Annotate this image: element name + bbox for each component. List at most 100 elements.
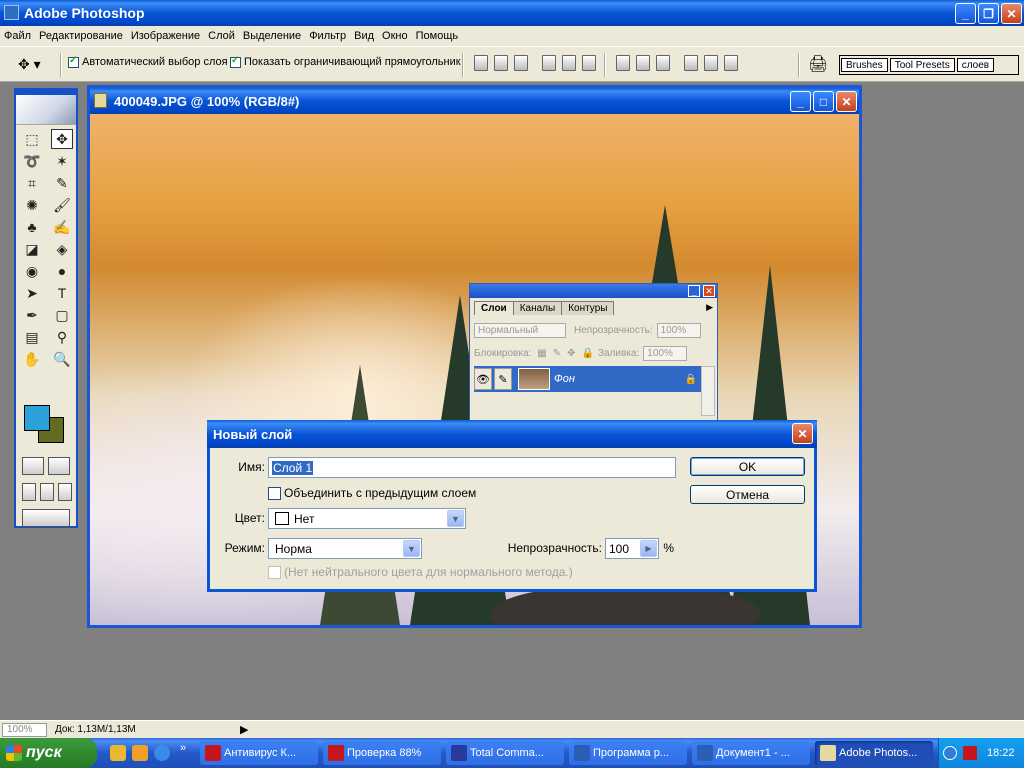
task-scan[interactable]: Проверка 88% xyxy=(323,741,441,765)
zoom-field[interactable]: 100% xyxy=(2,722,47,737)
eraser-icon[interactable]: ◪ xyxy=(21,239,43,259)
lock-all-icon[interactable]: 🔒 xyxy=(582,348,594,359)
foreground-color-swatch[interactable] xyxy=(24,405,50,431)
maximize-icon[interactable]: □ xyxy=(813,91,834,112)
tab-tool-presets[interactable]: Tool Presets xyxy=(889,58,955,72)
menu-image[interactable]: Изображение xyxy=(131,30,206,42)
clone-stamp-icon[interactable]: ♣ xyxy=(21,217,43,237)
menu-layer[interactable]: Слой xyxy=(208,30,241,42)
screen-full-icon[interactable] xyxy=(58,483,72,501)
align-right-icon[interactable] xyxy=(582,55,596,71)
align-hcenter-icon[interactable] xyxy=(562,55,576,71)
menu-window[interactable]: Окно xyxy=(382,30,414,42)
align-vcenter-icon[interactable] xyxy=(494,55,508,71)
layers-scrollbar[interactable] xyxy=(701,366,715,416)
screen-full-menu-icon[interactable] xyxy=(40,483,54,501)
align-top-icon[interactable] xyxy=(474,55,488,71)
layer-row-background[interactable]: 👁 ✎ Фон 🔒 xyxy=(474,366,701,392)
jump-to-imageready-icon[interactable] xyxy=(22,509,70,527)
checkbox-icon[interactable] xyxy=(68,55,79,68)
screen-standard-icon[interactable] xyxy=(22,483,36,501)
slice-icon[interactable]: ✎ xyxy=(51,173,73,193)
pen-icon[interactable]: ✒ xyxy=(21,305,43,325)
show-bounds-checkbox[interactable]: Показать ограничивающий прямоугольник xyxy=(230,55,461,68)
close-icon[interactable]: ✕ xyxy=(703,285,715,297)
marquee-icon[interactable]: ⬚ xyxy=(21,129,43,149)
brush-link-icon[interactable]: ✎ xyxy=(494,368,512,390)
blur-icon[interactable]: ◉ xyxy=(21,261,43,281)
lock-transparency-icon[interactable]: ▦ xyxy=(537,348,546,359)
task-total-commander[interactable]: Total Comma... xyxy=(446,741,564,765)
hand-icon[interactable]: ✋ xyxy=(21,349,43,369)
minimize-icon[interactable]: _ xyxy=(688,285,700,297)
close-icon[interactable]: ✕ xyxy=(792,423,813,444)
ok-button[interactable]: OK xyxy=(690,457,805,476)
checkbox-icon[interactable] xyxy=(268,486,281,500)
align-left-icon[interactable] xyxy=(542,55,556,71)
checkbox-icon[interactable] xyxy=(230,55,241,68)
menu-edit[interactable]: Редактирование xyxy=(39,30,129,42)
eyedropper-icon[interactable]: ⚲ xyxy=(51,327,73,347)
close-icon[interactable]: ✕ xyxy=(836,91,857,112)
tray-kaspersky-icon[interactable] xyxy=(963,746,977,760)
tab-layers-comps[interactable]: слоев xyxy=(956,58,995,72)
quicklaunch-more-icon[interactable]: » xyxy=(180,742,186,754)
tab-channels[interactable]: Каналы xyxy=(512,301,563,315)
minimize-icon[interactable]: _ xyxy=(790,91,811,112)
chevron-down-icon[interactable]: ▼ xyxy=(403,540,420,557)
history-brush-icon[interactable]: ✍ xyxy=(51,217,73,237)
lock-pixels-icon[interactable]: ✎ xyxy=(553,348,561,359)
type-icon[interactable]: T xyxy=(51,283,73,303)
layers-palette-titlebar[interactable]: _ ✕ xyxy=(470,284,717,298)
start-button[interactable]: пуск xyxy=(0,738,97,768)
lock-position-icon[interactable]: ✥ xyxy=(567,348,575,359)
menu-help[interactable]: Помощь xyxy=(416,30,465,42)
align-bottom-icon[interactable] xyxy=(514,55,528,71)
chevron-down-icon[interactable]: ▼ xyxy=(447,510,464,527)
menu-select[interactable]: Выделение xyxy=(243,30,307,42)
feather-logo[interactable] xyxy=(16,95,76,125)
task-program[interactable]: Программа р... xyxy=(569,741,687,765)
menu-file[interactable]: Файл xyxy=(4,30,37,42)
task-antivirus[interactable]: Антивирус К... xyxy=(200,741,318,765)
checkbox-icon[interactable] xyxy=(268,565,281,579)
group-checkbox[interactable]: Объединить с предыдущим слоем xyxy=(268,486,476,500)
tab-layers[interactable]: Слои xyxy=(474,301,514,315)
menu-filter[interactable]: Фильтр xyxy=(309,30,352,42)
crop-icon[interactable]: ⌗ xyxy=(21,173,43,193)
chevron-right-icon[interactable]: ▶ xyxy=(640,540,657,557)
auto-select-checkbox[interactable]: Автоматический выбор слоя xyxy=(68,55,228,68)
eye-icon[interactable]: 👁 xyxy=(474,368,492,390)
distribute-hcenter-icon[interactable] xyxy=(704,55,718,71)
lasso-icon[interactable]: ➰ xyxy=(21,151,43,171)
blend-mode-select[interactable]: Нормальный xyxy=(474,322,566,338)
tab-paths[interactable]: Контуры xyxy=(561,301,615,315)
path-select-icon[interactable]: ➤ xyxy=(21,283,43,303)
healing-icon[interactable]: ✺ xyxy=(21,195,43,215)
opacity-field[interactable]: 100% xyxy=(656,322,701,338)
distribute-left-icon[interactable] xyxy=(684,55,698,71)
distribute-vcenter-icon[interactable] xyxy=(636,55,650,71)
magic-wand-icon[interactable]: ✶ xyxy=(51,151,73,171)
file-browser-icon[interactable]: 🖨 xyxy=(808,54,828,74)
tray-expand-icon[interactable] xyxy=(943,746,957,760)
distribute-top-icon[interactable] xyxy=(616,55,630,71)
fill-field[interactable]: 100% xyxy=(643,345,688,361)
distribute-bottom-icon[interactable] xyxy=(656,55,670,71)
paint-bucket-icon[interactable]: ◈ xyxy=(51,239,73,259)
mode-select[interactable]: Норма ▼ xyxy=(268,538,422,559)
play-arrow-icon[interactable]: ▶ xyxy=(240,723,248,736)
quicklaunch-winamp-icon[interactable] xyxy=(110,745,126,761)
minimize-icon[interactable]: _ xyxy=(955,3,976,24)
notes-icon[interactable]: ▤ xyxy=(21,327,43,347)
dodge-icon[interactable]: ● xyxy=(51,261,73,281)
close-icon[interactable]: ✕ xyxy=(1001,3,1022,24)
quicklaunch-ie-icon[interactable] xyxy=(154,745,170,761)
restore-icon[interactable]: ❐ xyxy=(978,3,999,24)
name-input[interactable]: Слой 1 xyxy=(268,457,676,478)
tab-brushes[interactable]: Brushes xyxy=(841,58,888,72)
task-photoshop[interactable]: Adobe Photos... xyxy=(815,741,933,765)
quick-mask-icon[interactable] xyxy=(48,457,70,475)
shape-icon[interactable]: ▢ xyxy=(51,305,73,325)
palette-menu-icon[interactable]: ▶ xyxy=(706,302,713,313)
